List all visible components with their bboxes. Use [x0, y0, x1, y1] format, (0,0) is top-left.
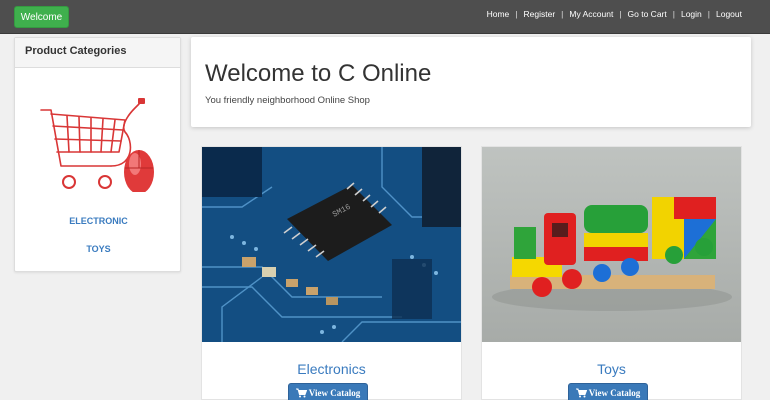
nav-separator: |: [515, 9, 518, 19]
welcome-button[interactable]: Welcome: [14, 6, 69, 28]
product-card-toys: Toys View Catalog: [481, 146, 742, 400]
product-categories-panel: Product Categories ELECTRONIC TOYS: [14, 37, 181, 272]
view-catalog-label: View Catalog: [588, 388, 641, 398]
view-catalog-button-toys[interactable]: View Catalog: [568, 383, 648, 400]
view-catalog-button-electronics[interactable]: View Catalog: [288, 383, 368, 400]
view-catalog-label: View Catalog: [308, 388, 361, 398]
product-title-electronics: Electronics: [297, 361, 366, 377]
nav-login-link[interactable]: Login: [681, 9, 702, 19]
circuit-board-image: SM16: [202, 147, 461, 342]
nav-separator: |: [619, 9, 622, 19]
product-categories-heading: Product Categories: [15, 38, 180, 68]
nav-separator: |: [672, 9, 675, 19]
nav-go-to-cart-link[interactable]: Go to Cart: [628, 9, 667, 19]
nav-my-account-link[interactable]: My Account: [569, 9, 613, 19]
cart-mouse-icon: [40, 98, 154, 192]
nav-separator: |: [707, 9, 710, 19]
shopping-cart-icon: [295, 388, 307, 398]
nav-separator: |: [561, 9, 564, 19]
product-card-electronics: SM16 Electronics View Catalog: [201, 146, 462, 400]
category-link-toys[interactable]: TOYS: [15, 244, 182, 254]
welcome-jumbotron: Welcome to C Online You friendly neighbo…: [191, 37, 751, 127]
nav-register-link[interactable]: Register: [524, 9, 556, 19]
nav-home-link[interactable]: Home: [487, 9, 510, 19]
page-title: Welcome to C Online: [205, 60, 432, 87]
product-title-toys: Toys: [597, 361, 626, 377]
top-navbar: Welcome Home | Register | My Account | G…: [0, 0, 770, 34]
toy-train-image: [482, 147, 741, 342]
page-subtitle: You friendly neighborhood Online Shop: [205, 95, 370, 106]
top-nav-links: Home | Register | My Account | Go to Car…: [487, 9, 742, 19]
category-link-electronic[interactable]: ELECTRONIC: [15, 216, 182, 226]
shopping-cart-icon: [575, 388, 587, 398]
nav-logout-link[interactable]: Logout: [716, 9, 742, 19]
